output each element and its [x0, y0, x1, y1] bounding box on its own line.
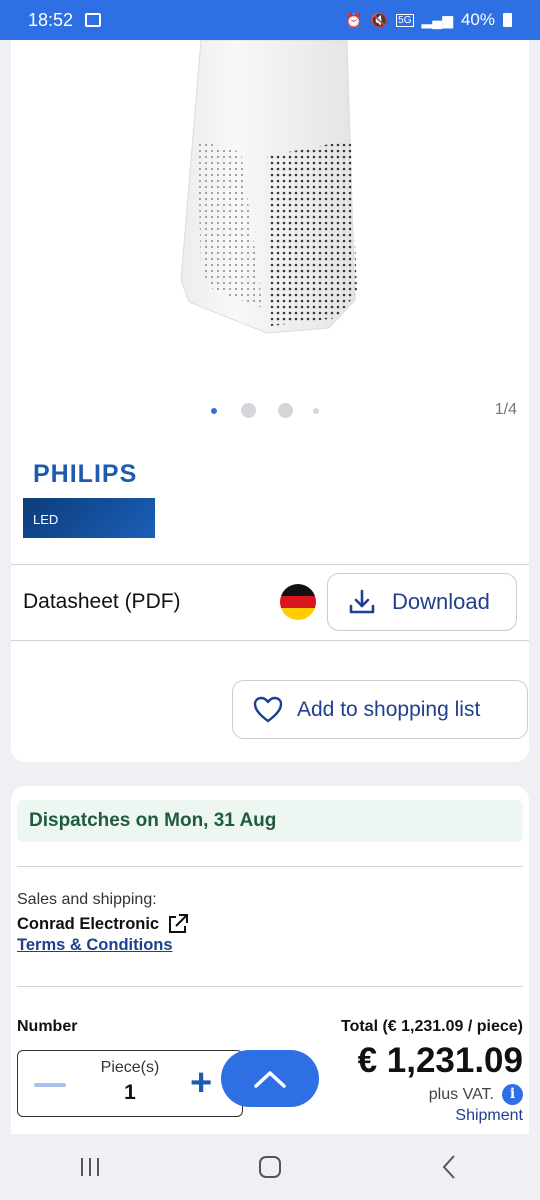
- brand-logo[interactable]: PHILIPS LED: [23, 450, 155, 538]
- carousel-dot-2[interactable]: [241, 403, 256, 418]
- quantity-stepper: Piece(s) 1 +: [17, 1050, 243, 1117]
- download-icon: [349, 589, 375, 614]
- network-icon: 5G: [396, 13, 414, 27]
- status-time: 18:52: [28, 9, 74, 30]
- brand-sub: LED: [23, 498, 155, 538]
- back-icon: [442, 1155, 455, 1179]
- germany-flag-icon: [280, 584, 316, 620]
- gallery-notification-icon: [85, 13, 102, 27]
- image-page-indicator: 1/4: [494, 401, 517, 418]
- vat-info: plus VAT. i: [429, 1084, 523, 1105]
- carousel-dot-4[interactable]: [313, 407, 319, 414]
- status-bar: 18:52 ⏰ 🔇 5G ▂▄▆ 40%: [0, 0, 540, 40]
- status-icons: ⏰ 🔇 5G ▂▄▆ 40%: [345, 10, 512, 30]
- datasheet-label: Datasheet (PDF): [23, 590, 181, 613]
- divider: [17, 866, 523, 867]
- carousel-dots: [211, 403, 319, 418]
- sales-shipping-label: Sales and shipping:: [17, 891, 157, 908]
- scroll-to-top-button[interactable]: [221, 1050, 319, 1107]
- recent-apps-button[interactable]: [60, 1147, 120, 1187]
- vat-label: plus VAT.: [428, 1085, 494, 1103]
- recent-apps-icon: [81, 1158, 99, 1176]
- download-button[interactable]: Download: [327, 573, 517, 631]
- battery-icon: [503, 13, 512, 27]
- chevron-up-icon: [254, 1070, 286, 1088]
- carousel-dot-1[interactable]: [211, 407, 217, 414]
- system-nav-bar: [0, 1134, 540, 1200]
- signal-icon: ▂▄▆: [421, 11, 453, 28]
- divider: [17, 986, 523, 987]
- add-to-shopping-list-label: Add to shopping list: [297, 697, 481, 721]
- battery-level: 40%: [460, 10, 495, 29]
- product-card: 1/4 PHILIPS LED Datasheet (PDF) Download…: [11, 40, 529, 762]
- home-icon: [259, 1156, 281, 1178]
- number-label: Number: [17, 1018, 78, 1035]
- seller-link[interactable]: Conrad Electronic: [17, 913, 189, 935]
- divider: [11, 564, 529, 565]
- download-label: Download: [392, 589, 490, 614]
- heart-icon: [253, 696, 283, 722]
- total-label: Total (€ 1,231.09 / piece): [340, 1018, 523, 1035]
- add-to-shopping-list-button[interactable]: Add to shopping list: [232, 680, 528, 739]
- terms-conditions-link[interactable]: Terms & Conditions: [17, 936, 173, 955]
- divider: [11, 640, 529, 641]
- info-icon[interactable]: i: [502, 1084, 523, 1105]
- total-price: € 1,231.09: [357, 1041, 523, 1080]
- seller-name: Conrad Electronic: [17, 914, 160, 933]
- shipment-link[interactable]: Shipment: [455, 1107, 523, 1125]
- carousel-dot-3[interactable]: [278, 403, 293, 418]
- product-image[interactable]: [179, 40, 369, 375]
- mute-icon: 🔇: [370, 11, 389, 28]
- dispatch-info: Dispatches on Mon, 31 Aug: [17, 800, 523, 842]
- home-button[interactable]: [240, 1147, 300, 1187]
- increase-quantity-button[interactable]: +: [190, 1063, 212, 1103]
- external-link-icon: [169, 914, 189, 933]
- alarm-icon: ⏰: [345, 11, 363, 28]
- back-button[interactable]: [420, 1147, 480, 1187]
- order-card: Dispatches on Mon, 31 Aug Sales and ship…: [11, 786, 529, 1134]
- brand-name: PHILIPS: [23, 450, 155, 498]
